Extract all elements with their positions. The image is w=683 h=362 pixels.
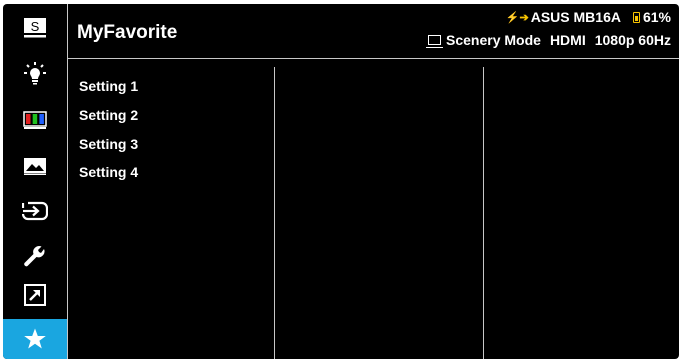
shortcut-icon bbox=[24, 284, 46, 306]
sidebar: S bbox=[3, 4, 68, 359]
menu-item-setting-3[interactable]: Setting 3 bbox=[79, 136, 138, 152]
sidebar-item-image[interactable] bbox=[3, 147, 67, 185]
input-select-icon bbox=[22, 200, 48, 222]
sidebar-item-system-setup[interactable] bbox=[3, 238, 67, 276]
svg-text:S: S bbox=[31, 19, 40, 34]
charging-icon: ⚡➔ bbox=[505, 11, 529, 24]
sidebar-item-myfavorite[interactable] bbox=[3, 319, 67, 359]
star-icon bbox=[23, 327, 47, 351]
column-divider-1 bbox=[274, 67, 275, 359]
model-name: ASUS MB16A bbox=[530, 9, 621, 25]
osd-menu: S MyFavorite ⚡➔ ASUS MB16A 61% Scenery M… bbox=[3, 4, 679, 359]
menu-item-setting-1[interactable]: Setting 1 bbox=[79, 78, 138, 94]
splendid-icon: S bbox=[23, 17, 47, 39]
page-title: MyFavorite bbox=[77, 22, 178, 43]
menu-item-setting-2[interactable]: Setting 2 bbox=[79, 107, 138, 123]
battery-level: 61% bbox=[642, 9, 671, 25]
display-mode: Scenery Mode bbox=[446, 32, 541, 48]
sidebar-item-color[interactable] bbox=[3, 101, 67, 139]
monitor-icon bbox=[426, 35, 443, 48]
column-divider-2 bbox=[483, 67, 484, 359]
blue-light-filter-icon bbox=[22, 61, 48, 87]
sidebar-item-splendid[interactable]: S bbox=[3, 9, 67, 47]
wrench-icon bbox=[23, 245, 47, 269]
menu-item-setting-4[interactable]: Setting 4 bbox=[79, 164, 138, 180]
image-icon bbox=[23, 157, 47, 175]
sidebar-item-shortcut[interactable] bbox=[3, 276, 67, 314]
resolution: 1080p 60Hz bbox=[594, 32, 671, 48]
status-line-model: ⚡➔ ASUS MB16A 61% bbox=[506, 9, 671, 25]
sidebar-item-input-select[interactable] bbox=[3, 192, 67, 230]
header: MyFavorite ⚡➔ ASUS MB16A 61% Scenery Mod… bbox=[68, 4, 679, 59]
sidebar-item-blue-light-filter[interactable] bbox=[3, 55, 67, 93]
color-icon bbox=[23, 111, 47, 129]
input-source: HDMI bbox=[549, 32, 586, 48]
battery-icon bbox=[632, 11, 640, 23]
status-line-mode: Scenery Mode HDMI 1080p 60Hz bbox=[426, 32, 671, 48]
